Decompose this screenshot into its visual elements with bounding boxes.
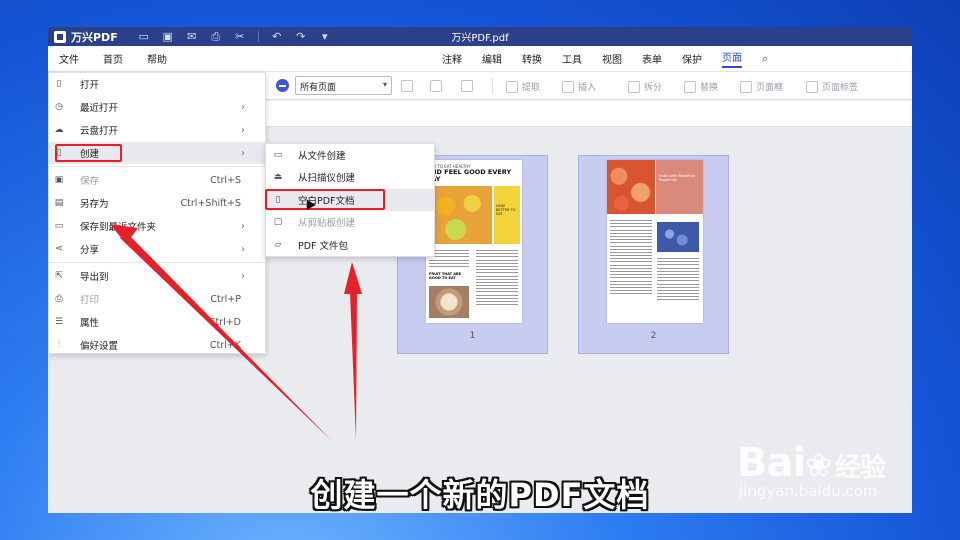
baidu-watermark: Bai❀ 经验 jingyan.baidu.com — [737, 440, 886, 500]
watermark-brand: Bai — [737, 440, 806, 486]
arrow-to-create-item — [120, 232, 333, 442]
paw-icon: ❀ — [805, 446, 832, 484]
arrow-to-blank-pdf — [350, 292, 357, 440]
watermark-url: jingyan.baidu.com — [739, 482, 878, 500]
watermark-suffix: 经验 — [835, 453, 886, 483]
arrow-head-blank-pdf — [344, 262, 362, 294]
